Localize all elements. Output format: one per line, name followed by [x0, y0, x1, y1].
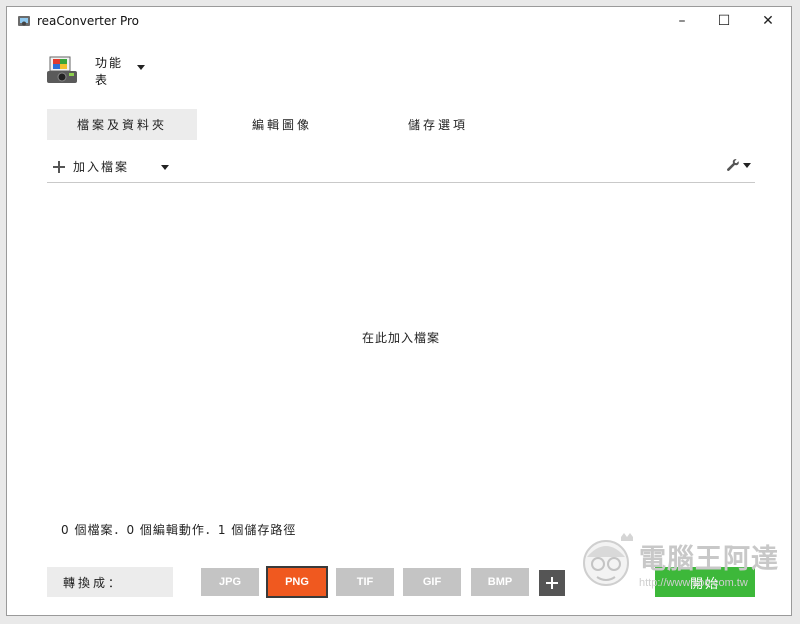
status-summary: 0 個檔案．0 個編輯動作．1 個儲存路徑: [61, 523, 297, 537]
file-drop-zone[interactable]: 在此加入檔案: [47, 183, 755, 513]
tab-save-options[interactable]: 儲存選項: [363, 109, 513, 140]
add-files-dropdown-icon[interactable]: [161, 165, 169, 170]
app-window: reaConverter Pro – ☐ ✕ 功能表 檔案及資料夾 編輯圖像 儲…: [6, 6, 792, 616]
mascot-logo: [583, 533, 633, 586]
app-icon: [18, 16, 30, 26]
tab-edit-images[interactable]: 編輯圖像: [207, 109, 357, 140]
close-button[interactable]: ✕: [753, 11, 783, 31]
menu-app-icon: [47, 56, 77, 83]
title-bar[interactable]: reaConverter Pro – ☐ ✕: [7, 7, 791, 35]
tab-files-and-folders[interactable]: 檔案及資料夾: [47, 109, 197, 140]
plus-icon: [53, 160, 65, 173]
format-tif-button[interactable]: TIF: [336, 568, 394, 596]
minimize-button[interactable]: –: [667, 11, 697, 31]
add-files-button[interactable]: 加入檔案: [53, 158, 129, 175]
format-jpg-button[interactable]: JPG: [201, 568, 259, 596]
window-title: reaConverter Pro: [37, 14, 140, 28]
maximize-button[interactable]: ☐: [709, 11, 739, 31]
plus-icon: [546, 577, 558, 589]
settings-dropdown-icon: [743, 162, 751, 168]
wrench-icon: [727, 159, 739, 171]
format-gif-button[interactable]: GIF: [403, 568, 461, 596]
start-button[interactable]: 開始: [655, 567, 755, 597]
format-bmp-button[interactable]: BMP: [471, 568, 529, 596]
menu-label: 功能表: [95, 56, 124, 87]
settings-button[interactable]: [726, 158, 751, 172]
format-png-button[interactable]: PNG: [266, 566, 328, 598]
drop-zone-hint: 在此加入檔案: [361, 331, 440, 345]
add-format-button[interactable]: [539, 570, 565, 596]
file-toolbar: 加入檔案: [47, 152, 755, 183]
convert-to-label: 轉換成：: [47, 567, 173, 597]
add-files-label: 加入檔案: [73, 160, 130, 174]
chevron-down-icon: [137, 65, 145, 70]
